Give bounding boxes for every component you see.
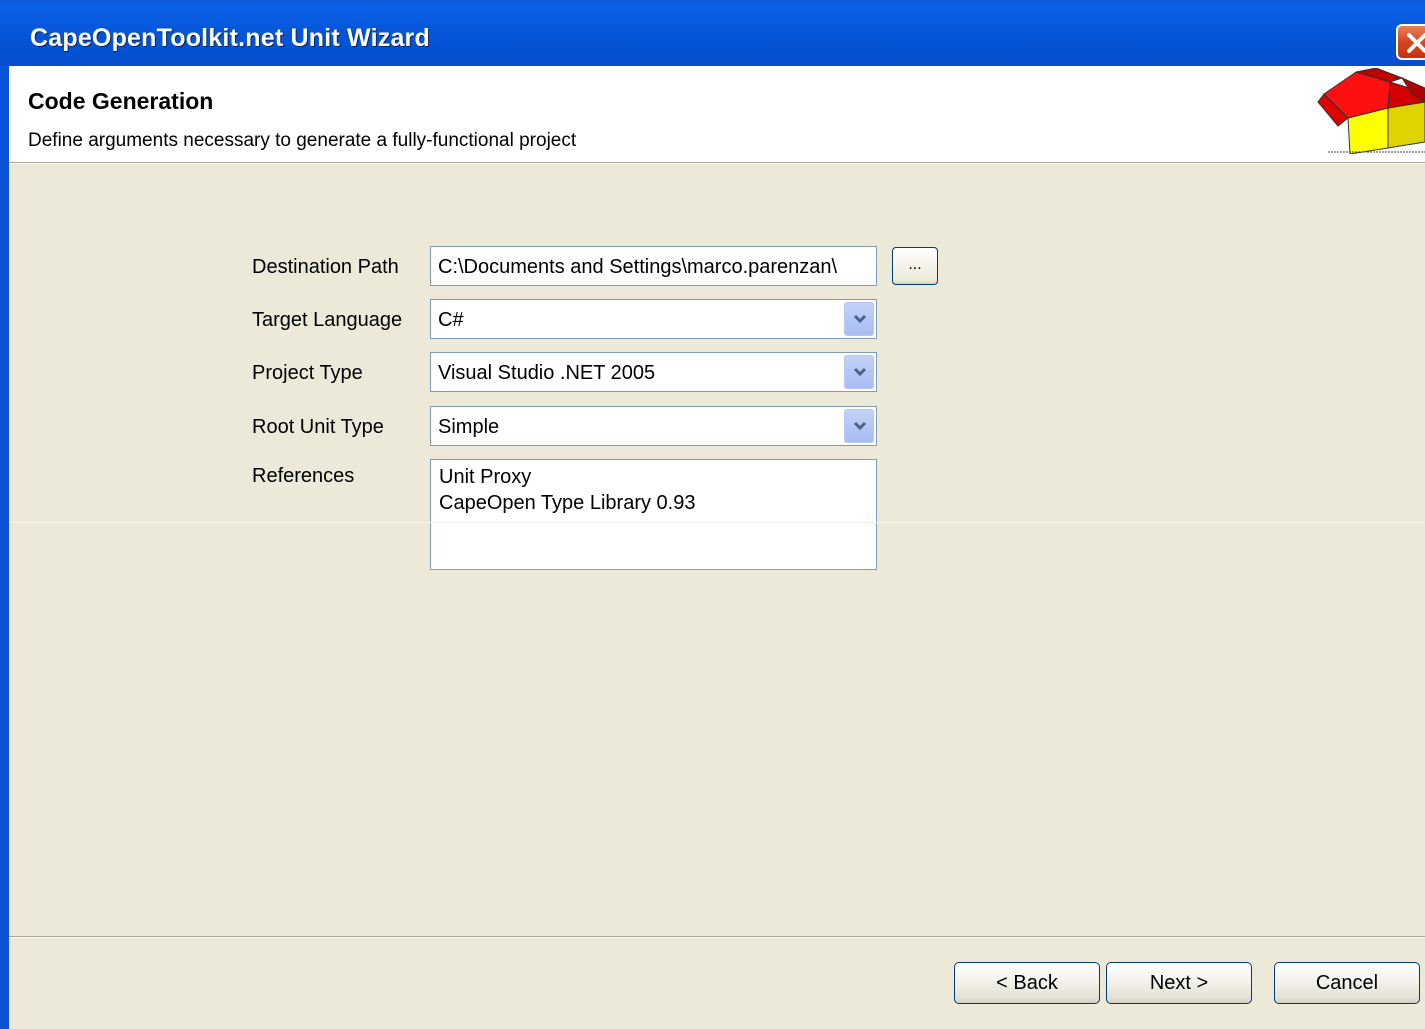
footer-divider-highlight	[9, 937, 1425, 938]
chevron-down-icon	[853, 314, 867, 324]
destination-path-input[interactable]: C:\Documents and Settings\marco.parenzan…	[430, 246, 877, 286]
root-unit-type-value: Simple	[438, 416, 500, 438]
root-unit-type-select[interactable]: Simple	[430, 406, 877, 446]
box-logo-icon	[1317, 68, 1425, 154]
references-list[interactable]: Unit Proxy CapeOpen Type Library 0.93	[430, 459, 877, 570]
project-type-dropdown-button[interactable]	[844, 355, 874, 389]
window-frame-left	[0, 66, 9, 1029]
close-button[interactable]	[1396, 24, 1425, 60]
project-type-label: Project Type	[252, 362, 363, 384]
page-subtitle: Define arguments necessary to generate a…	[28, 130, 577, 151]
cancel-button[interactable]: Cancel	[1274, 962, 1420, 1004]
root-unit-type-dropdown-button[interactable]	[844, 409, 874, 443]
list-item[interactable]: Unit Proxy	[439, 464, 876, 490]
divider	[9, 522, 1425, 523]
window-title: CapeOpenToolkit.net Unit Wizard	[30, 24, 430, 52]
target-language-select[interactable]: C#	[430, 299, 877, 339]
header-divider	[9, 163, 1425, 164]
destination-path-label: Destination Path	[252, 256, 399, 278]
target-language-value: C#	[438, 309, 464, 331]
target-language-label: Target Language	[252, 309, 403, 331]
back-button[interactable]: < Back	[954, 962, 1100, 1004]
root-unit-type-label: Root Unit Type	[252, 416, 384, 438]
target-language-dropdown-button[interactable]	[844, 302, 874, 336]
references-label: References	[252, 465, 355, 487]
next-button[interactable]: Next >	[1106, 962, 1252, 1004]
chevron-down-icon	[853, 367, 867, 377]
chevron-down-icon	[853, 421, 867, 431]
project-type-value: Visual Studio .NET 2005	[438, 362, 656, 384]
wizard-header: Code Generation Define arguments necessa…	[9, 66, 1425, 163]
close-icon	[1407, 33, 1425, 53]
project-type-select[interactable]: Visual Studio .NET 2005	[430, 352, 877, 392]
list-item[interactable]: CapeOpen Type Library 0.93	[439, 490, 876, 516]
page-title: Code Generation	[28, 88, 214, 114]
browse-button[interactable]: ...	[892, 247, 938, 285]
